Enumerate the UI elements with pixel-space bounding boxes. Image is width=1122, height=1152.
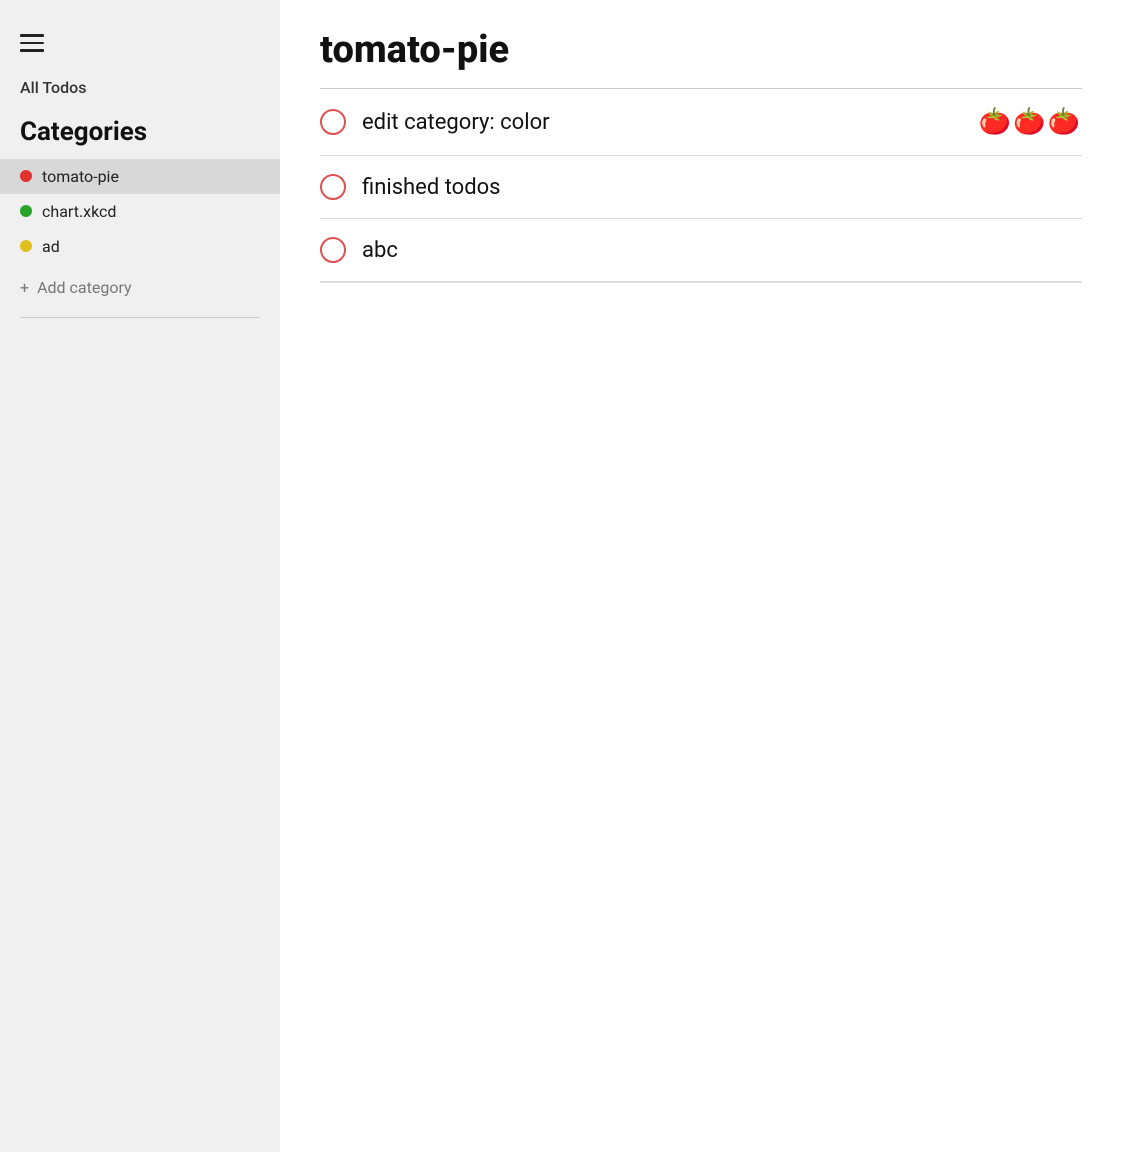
todo-item: edit category: color 🍅🍅🍅 xyxy=(320,89,1082,156)
sidebar-item-tomato-pie[interactable]: tomato-pie xyxy=(0,159,280,194)
extra-divider xyxy=(320,282,1082,283)
sidebar-item-ad[interactable]: ad xyxy=(0,229,280,264)
todo-text-2: finished todos xyxy=(362,175,1066,200)
todo-emoji-1: 🍅🍅🍅 xyxy=(979,107,1082,137)
category-label-chart-xkcd: chart.xkcd xyxy=(42,202,116,221)
plus-icon: + xyxy=(20,278,29,297)
category-dot-chart-xkcd xyxy=(20,205,32,217)
todo-list: edit category: color 🍅🍅🍅 finished todos … xyxy=(320,89,1082,282)
all-todos-link[interactable]: All Todos xyxy=(0,72,280,113)
add-category-label: Add category xyxy=(37,278,132,297)
page-title: tomato-pie xyxy=(320,28,1082,72)
todo-checkbox-2[interactable] xyxy=(320,174,346,200)
todo-text-1: edit category: color xyxy=(362,110,963,135)
sidebar-divider xyxy=(20,317,260,318)
todo-item: abc xyxy=(320,219,1082,282)
category-label-tomato-pie: tomato-pie xyxy=(42,167,119,186)
categories-heading: Categories xyxy=(0,113,280,159)
category-label-ad: ad xyxy=(42,237,60,256)
hamburger-line-1 xyxy=(20,34,44,37)
hamburger-button[interactable] xyxy=(0,20,64,72)
add-category-button[interactable]: + Add category xyxy=(0,264,280,311)
sidebar-item-chart-xkcd[interactable]: chart.xkcd xyxy=(0,194,280,229)
todo-checkbox-1[interactable] xyxy=(320,109,346,135)
todo-checkbox-3[interactable] xyxy=(320,237,346,263)
categories-list: tomato-pie chart.xkcd ad xyxy=(0,159,280,264)
todo-text-3: abc xyxy=(362,238,1066,263)
hamburger-line-3 xyxy=(20,49,44,52)
main-content: tomato-pie edit category: color 🍅🍅🍅 fini… xyxy=(280,0,1122,1152)
category-dot-tomato-pie xyxy=(20,170,32,182)
sidebar: All Todos Categories tomato-pie chart.xk… xyxy=(0,0,280,1152)
category-dot-ad xyxy=(20,240,32,252)
hamburger-line-2 xyxy=(20,42,44,45)
todo-item: finished todos xyxy=(320,156,1082,219)
